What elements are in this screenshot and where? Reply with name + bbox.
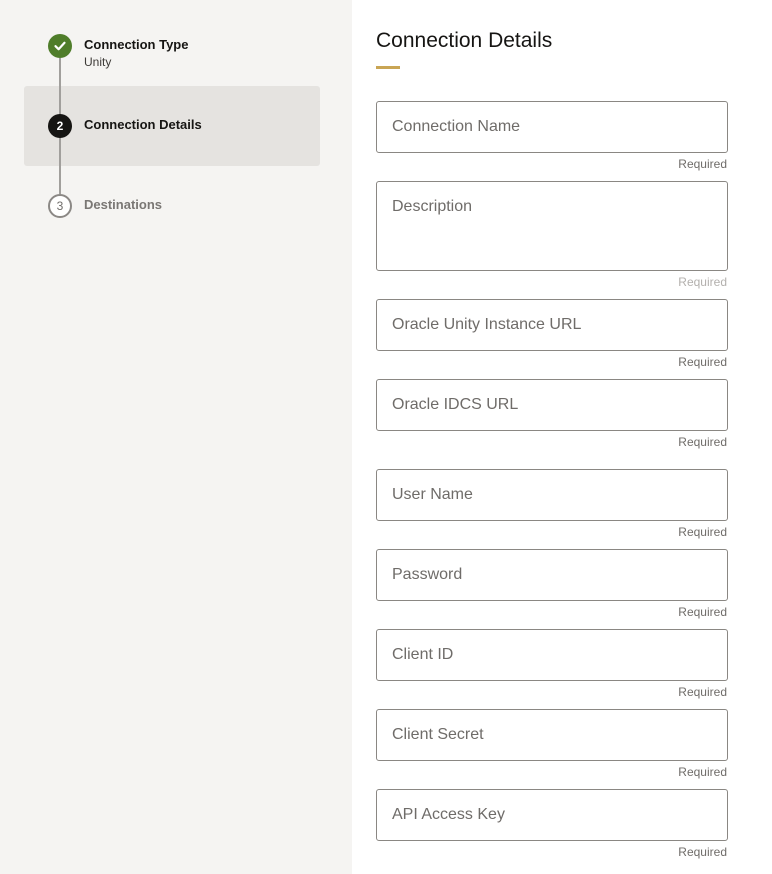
step-1-subtitle: Unity [84,55,112,69]
step-2-badge[interactable]: 2 [48,114,72,138]
step-connector [59,136,61,194]
connection-name-required-hint: Required [678,157,727,171]
train-sidebar: Connection Type Unity 2 Connection Detai… [0,0,352,874]
connection-name-input[interactable]: Connection Name [376,101,728,153]
unity-instance-url-placeholder: Oracle Unity Instance URL [392,316,582,333]
description-required-hint: Required [678,275,727,289]
step-1-complete-badge[interactable] [48,34,72,58]
unity-instance-url-required-hint: Required [678,355,727,369]
api-access-key-input[interactable]: API Access Key [376,789,728,841]
page-title: Connection Details [376,29,553,52]
password-input[interactable]: Password [376,549,728,601]
client-id-placeholder: Client ID [392,646,454,663]
unity-instance-url-input[interactable]: Oracle Unity Instance URL [376,299,728,351]
idcs-url-placeholder: Oracle IDCS URL [392,396,519,413]
client-secret-placeholder: Client Secret [392,726,484,743]
user-name-placeholder: User Name [392,486,473,503]
step-1-title[interactable]: Connection Type [84,37,188,52]
step-connector [59,58,61,120]
connection-name-placeholder: Connection Name [392,118,521,135]
client-id-input[interactable]: Client ID [376,629,728,681]
client-secret-input[interactable]: Client Secret [376,709,728,761]
connection-details-panel: Connection Details Connection Name Requi… [352,0,772,874]
password-placeholder: Password [392,566,463,583]
idcs-url-input[interactable]: Oracle IDCS URL [376,379,728,431]
user-name-required-hint: Required [678,525,727,539]
api-access-key-placeholder: API Access Key [392,806,505,823]
api-access-key-required-hint: Required [678,845,727,859]
client-secret-required-hint: Required [678,765,727,779]
description-textarea[interactable]: Description [376,181,728,271]
title-accent-bar [376,66,400,69]
description-placeholder: Description [392,198,473,215]
client-id-required-hint: Required [678,685,727,699]
user-name-input[interactable]: User Name [376,469,728,521]
step-3-title[interactable]: Destinations [84,197,162,212]
step-2-title[interactable]: Connection Details [84,117,202,132]
password-required-hint: Required [678,605,727,619]
checkmark-icon [54,41,66,51]
idcs-url-required-hint: Required [678,435,727,449]
step-3-badge[interactable]: 3 [48,194,72,218]
